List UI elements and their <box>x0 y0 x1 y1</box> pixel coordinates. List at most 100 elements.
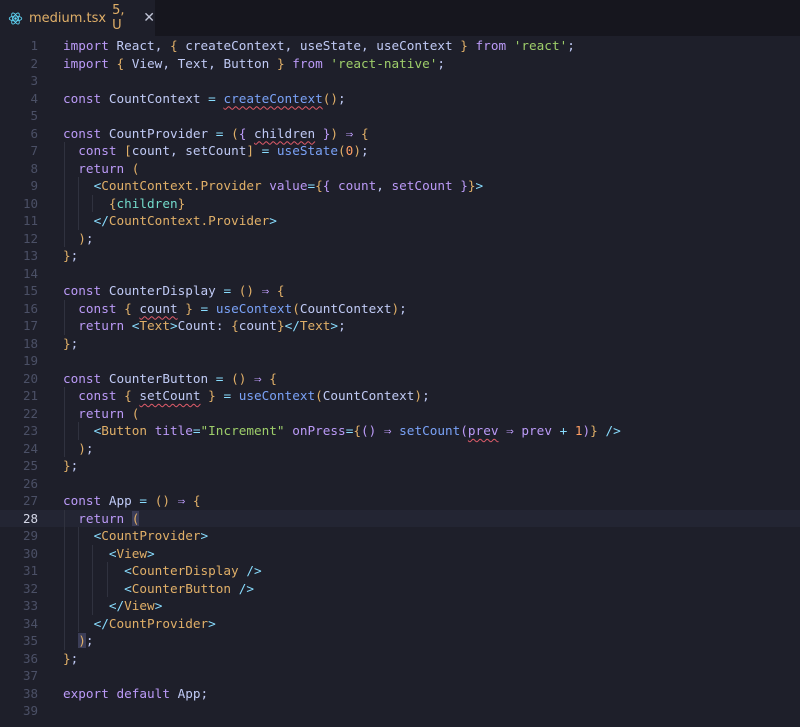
code-line[interactable]: 37 <box>0 667 800 685</box>
code-line[interactable]: 20 const CounterButton = () ⇒ { <box>0 370 800 388</box>
code-line[interactable]: 35 ); <box>0 632 800 650</box>
code-line[interactable]: 26 <box>0 475 800 493</box>
code-line[interactable]: 28 return ( <box>0 509 800 527</box>
line-number: 39 <box>22 703 38 718</box>
code-line[interactable]: 7 const [count, setCount] = useState(0); <box>0 142 800 160</box>
code-editor[interactable]: 1 import React, { createContext, useState… <box>0 36 800 727</box>
code-line[interactable]: 27 const App = () ⇒ { <box>0 492 800 510</box>
line-code: <Button title="Increment" onPress={() ⇒ … <box>93 423 621 438</box>
line-code: ); <box>78 440 94 456</box>
code-editor-window: medium.tsx 5, U ✕ 1 import React, { creat… <box>0 0 800 727</box>
line-number: 20 <box>22 370 38 386</box>
code-line[interactable]: 30 <View> <box>0 544 800 562</box>
line-code: import { View, Text, Button } from 'reac… <box>63 55 446 71</box>
line-number: 2 <box>30 55 38 71</box>
line-number: 21 <box>22 388 38 403</box>
code-line[interactable]: 14 <box>0 265 800 283</box>
line-number: 32 <box>22 580 38 596</box>
line-number: 17 <box>22 318 38 333</box>
code-line[interactable]: 5 <box>0 107 800 125</box>
line-number: 31 <box>22 563 38 578</box>
line-number: 16 <box>22 300 38 316</box>
line-code: const [count, setCount] = useState(0); <box>78 143 369 158</box>
code-line[interactable]: 11 </CountContext.Provider> <box>0 212 800 230</box>
code-line[interactable]: 22 return ( <box>0 404 800 422</box>
line-code: {children} <box>108 195 186 211</box>
react-icon <box>8 10 23 26</box>
line-code: return ( <box>78 160 140 176</box>
code-line[interactable]: 24 ); <box>0 439 800 457</box>
code-line[interactable]: 12 ); <box>0 229 800 247</box>
line-code: }; <box>63 248 79 263</box>
code-line[interactable]: 18}; <box>0 335 800 353</box>
code-line[interactable]: 16 const { count } = useContext(CountCon… <box>0 299 800 317</box>
line-code: <View> <box>108 545 155 561</box>
line-number: 37 <box>22 668 38 683</box>
code-line[interactable]: 17 return <Text>Count: {count}</Text>; <box>0 317 800 335</box>
line-code: export default App; <box>63 685 209 701</box>
line-number: 38 <box>22 685 38 701</box>
code-line[interactable]: 25}; <box>0 457 800 475</box>
line-number: 15 <box>22 283 38 298</box>
line-code: return ( <box>78 510 140 526</box>
line-code: <CounterDisplay /> <box>124 563 262 578</box>
code-line[interactable]: 8 return ( <box>0 159 800 177</box>
close-icon[interactable]: ✕ <box>143 10 155 26</box>
line-code: </CountProvider> <box>93 615 216 631</box>
code-line[interactable]: 38 export default App; <box>0 685 800 703</box>
line-number: 24 <box>22 440 38 456</box>
code-line[interactable]: 21 const { setCount } = useContext(Count… <box>0 387 800 405</box>
tab-medium-tsx[interactable]: medium.tsx 5, U ✕ <box>0 0 155 36</box>
line-number: 27 <box>22 493 38 508</box>
code-line[interactable]: 9 <CountContext.Provider value={{ count,… <box>0 177 800 195</box>
line-number: 12 <box>22 230 38 246</box>
code-line[interactable]: 36}; <box>0 650 800 668</box>
line-number: 28 <box>22 510 38 526</box>
line-code: const { count } = useContext(CountContex… <box>78 300 407 316</box>
line-number: 19 <box>22 353 38 368</box>
line-code: <CounterButton /> <box>124 580 254 596</box>
line-code: <CountProvider> <box>93 528 209 543</box>
line-code: const App = () ⇒ { <box>63 493 201 508</box>
line-number: 36 <box>22 650 38 666</box>
line-number: 1 <box>30 38 38 53</box>
code-line[interactable]: 4 const CountContext = createContext(); <box>0 90 800 108</box>
line-code: const CounterDisplay = () ⇒ { <box>63 283 285 298</box>
tab-bar: medium.tsx 5, U ✕ <box>0 0 800 36</box>
code-line[interactable]: 6 const CountProvider = ({ children }) ⇒ … <box>0 125 800 143</box>
code-line[interactable]: 33 </View> <box>0 597 800 615</box>
line-number: 26 <box>22 475 38 491</box>
code-line[interactable]: 15 const CounterDisplay = () ⇒ { <box>0 282 800 300</box>
line-number: 4 <box>30 90 38 106</box>
code-line[interactable]: 3 <box>0 72 800 90</box>
line-number: 34 <box>22 615 38 631</box>
line-code: return <Text>Count: {count}</Text>; <box>78 318 346 333</box>
line-number: 25 <box>22 458 38 473</box>
code-line[interactable]: 32 <CounterButton /> <box>0 579 800 597</box>
line-code: const CountProvider = ({ children }) ⇒ { <box>63 125 369 141</box>
line-code: const CountContext = createContext(); <box>63 90 346 106</box>
line-number: 29 <box>22 528 38 543</box>
line-code: <CountContext.Provider value={{ count, s… <box>93 178 484 193</box>
line-code: import React, { createContext, useState,… <box>63 38 575 53</box>
line-number: 13 <box>22 248 38 263</box>
code-line[interactable]: 23 <Button title="Increment" onPress={()… <box>0 422 800 440</box>
line-number: 30 <box>22 545 38 561</box>
code-line[interactable]: 1 import React, { createContext, useState… <box>0 37 800 55</box>
code-line[interactable]: 2 import { View, Text, Button } from 'rea… <box>0 55 800 73</box>
line-number: 6 <box>30 125 38 141</box>
code-line[interactable]: 19 <box>0 352 800 370</box>
line-number: 35 <box>22 633 38 648</box>
code-line[interactable]: 10 {children} <box>0 194 800 212</box>
code-line[interactable]: 34 </CountProvider> <box>0 614 800 632</box>
line-code: }; <box>63 650 79 666</box>
code-line[interactable]: 29 <CountProvider> <box>0 527 800 545</box>
line-code: ); <box>78 230 94 246</box>
line-number: 10 <box>22 195 38 211</box>
code-line[interactable]: 13}; <box>0 247 800 265</box>
code-line[interactable]: 39 <box>0 702 800 720</box>
line-code: }; <box>63 458 79 473</box>
line-number: 18 <box>22 335 38 351</box>
code-line[interactable]: 31 <CounterDisplay /> <box>0 562 800 580</box>
line-number: 23 <box>22 423 38 438</box>
